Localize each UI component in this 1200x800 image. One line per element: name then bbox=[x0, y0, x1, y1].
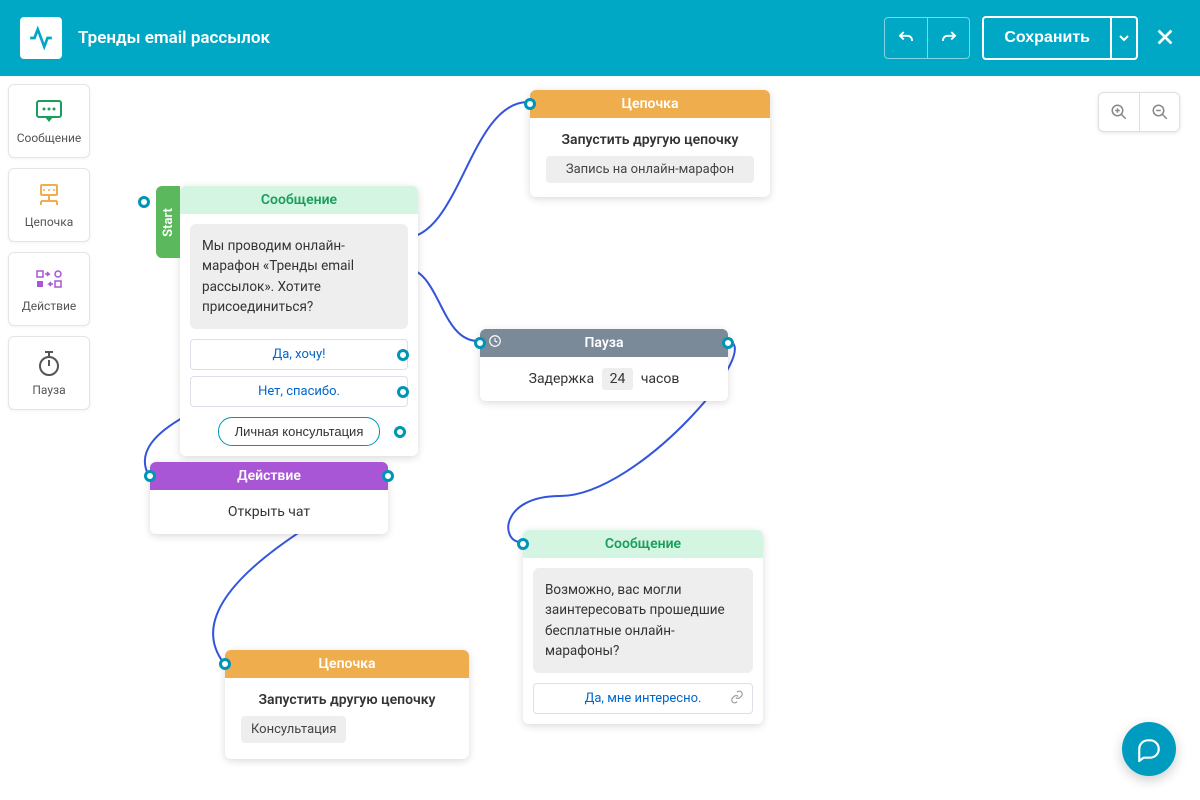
zoom-out-icon bbox=[1151, 103, 1169, 121]
node-message-start[interactable]: Start Сообщение Мы проводим онлайн-мараф… bbox=[180, 186, 418, 456]
node-header: Сообщение bbox=[523, 530, 763, 558]
node-header: Действие bbox=[150, 462, 388, 490]
node-action[interactable]: Действие Открыть чат bbox=[150, 462, 388, 534]
undo-icon bbox=[897, 29, 915, 47]
node-pause[interactable]: Пауза Задержка 24 часов bbox=[480, 329, 728, 401]
header-actions: Сохранить bbox=[884, 16, 1180, 60]
port-in[interactable] bbox=[517, 538, 529, 550]
save-dropdown-button[interactable] bbox=[1110, 18, 1136, 58]
node-body: Мы проводим онлайн-марафон «Тренды email… bbox=[180, 214, 418, 456]
node-chain-top[interactable]: Цепочка Запустить другую цепочку Запись … bbox=[530, 90, 770, 197]
consultation-button[interactable]: Личная консультация bbox=[218, 417, 381, 446]
redo-button[interactable] bbox=[927, 18, 969, 58]
delay-suffix: часов bbox=[641, 371, 680, 387]
node-body: Возможно, вас могли заинтересовать проше… bbox=[523, 558, 763, 724]
redo-icon bbox=[940, 29, 958, 47]
node-body: Открыть чат bbox=[150, 490, 388, 534]
chain-name-pill: Запись на онлайн-марафон bbox=[546, 156, 754, 183]
node-header: Пауза bbox=[480, 329, 728, 357]
zoom-in-button[interactable] bbox=[1099, 93, 1139, 131]
save-button-group: Сохранить bbox=[982, 16, 1138, 60]
message-text: Мы проводим онлайн-марафон «Тренды email… bbox=[190, 224, 408, 329]
zoom-out-button[interactable] bbox=[1139, 93, 1179, 131]
close-icon bbox=[1154, 26, 1176, 48]
clock-icon bbox=[488, 334, 502, 352]
chain-name-pill: Консультация bbox=[241, 716, 346, 743]
port-in[interactable] bbox=[524, 98, 536, 110]
chain-action-label: Запустить другую цепочку bbox=[241, 692, 453, 708]
chevron-down-icon bbox=[1119, 33, 1129, 43]
port-out[interactable] bbox=[722, 337, 734, 349]
port-in[interactable] bbox=[144, 470, 156, 482]
flow-canvas[interactable]: Start Сообщение Мы проводим онлайн-мараф… bbox=[0, 76, 1200, 800]
chat-icon bbox=[1136, 736, 1162, 762]
page-title: Тренды email рассылок bbox=[78, 28, 868, 48]
node-chain-bottom[interactable]: Цепочка Запустить другую цепочку Консуль… bbox=[225, 650, 469, 759]
zoom-in-icon bbox=[1110, 103, 1128, 121]
delay-value: 24 bbox=[602, 368, 634, 390]
node-header: Сообщение bbox=[180, 186, 418, 214]
option-no[interactable]: Нет, спасибо. bbox=[190, 376, 408, 407]
message-options: Да, хочу! Нет, спасибо. bbox=[190, 339, 408, 407]
message-text: Возможно, вас могли заинтересовать проше… bbox=[533, 568, 753, 673]
node-body: Задержка 24 часов bbox=[480, 357, 728, 401]
port-in[interactable] bbox=[474, 337, 486, 349]
save-button[interactable]: Сохранить bbox=[984, 18, 1110, 58]
close-button[interactable] bbox=[1150, 22, 1180, 55]
node-body: Запустить другую цепочку Запись на онлай… bbox=[530, 118, 770, 197]
app-logo bbox=[20, 17, 62, 59]
app-header: Тренды email рассылок Сохранить bbox=[0, 0, 1200, 76]
node-body: Запустить другую цепочку Консультация bbox=[225, 678, 469, 757]
option-interested[interactable]: Да, мне интересно. bbox=[533, 683, 753, 714]
delay-prefix: Задержка bbox=[529, 371, 594, 387]
zoom-controls bbox=[1098, 92, 1180, 132]
option-yes[interactable]: Да, хочу! bbox=[190, 339, 408, 370]
history-buttons bbox=[884, 17, 970, 59]
node-message-followup[interactable]: Сообщение Возможно, вас могли заинтересо… bbox=[523, 530, 763, 724]
chat-fab[interactable] bbox=[1122, 722, 1176, 776]
port-out[interactable] bbox=[382, 470, 394, 482]
node-header: Цепочка bbox=[225, 650, 469, 678]
undo-button[interactable] bbox=[885, 18, 927, 58]
start-port[interactable] bbox=[138, 196, 150, 208]
chain-action-label: Запустить другую цепочку bbox=[546, 132, 754, 148]
port-out[interactable] bbox=[394, 426, 406, 438]
port-in[interactable] bbox=[219, 658, 231, 670]
port-out[interactable] bbox=[397, 349, 409, 361]
port-out[interactable] bbox=[397, 386, 409, 398]
start-badge: Start bbox=[156, 186, 180, 258]
message-options: Да, мне интересно. bbox=[533, 683, 753, 714]
node-header: Цепочка bbox=[530, 90, 770, 118]
link-icon bbox=[730, 690, 744, 708]
